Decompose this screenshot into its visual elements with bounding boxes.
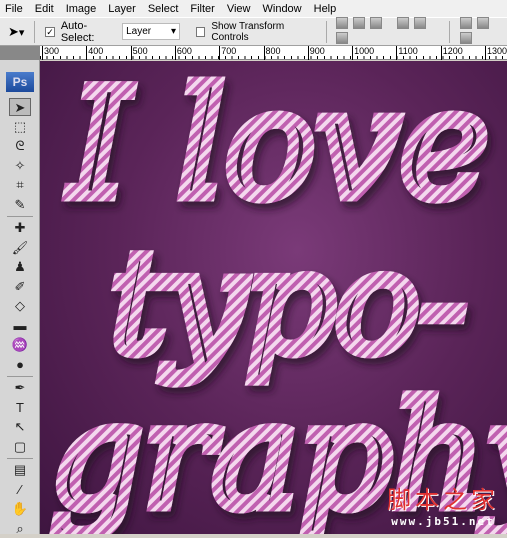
align-left-icon[interactable] [396,16,409,29]
crop-tool-icon[interactable]: ⌗ [9,176,31,194]
menu-edit[interactable]: Edit [35,3,54,15]
ruler-tick-label: 400 [86,46,103,60]
lasso-tool-icon[interactable]: ᘓ [9,137,31,155]
watermark: 脚本之家 www.jb51.net [387,480,499,528]
menu-layer[interactable]: Layer [108,3,136,15]
blur-tool-icon[interactable]: ♒ [9,336,31,354]
clone-stamp-tool-icon[interactable]: ♟ [9,258,31,276]
divider [34,20,36,43]
magic-wand-tool-icon[interactable]: ✧ [9,157,31,175]
align-right-icon[interactable] [336,31,349,44]
ruler-tick-label: 700 [219,46,236,60]
toolbox-divider [7,376,33,377]
move-tool-icon[interactable]: ➤ [9,98,31,116]
brush-tool-icon[interactable]: 🖌 [9,239,31,257]
ruler-tick-label: 1000 [352,46,374,60]
path-selection-tool-icon[interactable]: ↖ [9,418,31,436]
toolbox-divider [7,458,33,459]
artwork-line-2: typo- [110,222,467,385]
ruler-tick-label: 1100 [396,46,418,60]
toolbox: Ps ➤ ⬚ ᘓ ✧ ⌗ ✎ ✚ 🖌 ♟ ✐ ◇ ▬ ♒ ● ✒ T ↖ ▢ ▤ ⁄ ✋ ⌕ [0,60,40,536]
ruler-tick-label: 600 [174,46,192,60]
document-canvas[interactable]: I love typo- graphy 脚本之家 www.jb51.net [40,61,507,534]
menu-view[interactable]: View [227,3,251,15]
artwork-line-1: I love [67,61,489,232]
align-vcenter-icon[interactable] [353,16,366,29]
ruler-tick-label: 800 [263,46,281,60]
ruler-tick-label: 500 [130,46,148,60]
slice-tool-icon[interactable]: ✎ [9,196,31,214]
ruler-tick-label: 900 [307,46,325,60]
toolbox-divider [7,216,33,217]
shape-tool-icon[interactable]: ▢ [9,438,31,456]
show-transform-checkbox[interactable] [195,26,206,37]
eraser-tool-icon[interactable]: ◇ [9,297,31,315]
marquee-tool-icon[interactable]: ⬚ [9,118,31,136]
notes-tool-icon[interactable]: ▤ [9,461,31,479]
auto-select-label: Auto-Select: [60,19,95,44]
horizontal-ruler[interactable]: 300 400 500 600 700 800 900 1000 1100 1200 1300 [40,46,507,60]
pen-tool-icon[interactable]: ✒ [9,379,31,397]
align-bottom-icon[interactable] [370,16,383,29]
auto-select-checkbox[interactable]: ✓ [45,26,55,37]
eyedropper-tool-icon[interactable]: ⁄ [9,481,31,499]
distribute-center-icon[interactable] [476,16,489,29]
options-bar: ➤▾ ✓ Auto-Select: Layer ▾ Show Transform … [0,16,507,47]
healing-brush-tool-icon[interactable]: ✚ [9,219,31,237]
chevron-down-icon: ▾ [170,26,176,37]
menu-image[interactable]: Image [66,3,97,15]
divider [448,20,450,43]
zoom-tool-icon[interactable]: ⌕ [9,520,31,538]
show-transform-label: Show Transform Controls [211,20,285,43]
ruler-tick-label: 1300 [485,46,507,60]
menu-file[interactable]: File [5,3,23,15]
ruler-corner [0,46,40,60]
divider [325,20,327,43]
menu-bar: File Edit Image Layer Select Filter View Window… [0,0,507,17]
dodge-tool-icon[interactable]: ● [9,356,31,374]
menu-help[interactable]: Help [314,3,337,15]
distribute-bottom-icon[interactable] [459,31,472,44]
watermark-url: www.jb51.net [391,515,495,528]
align-hcenter-icon[interactable] [413,16,426,29]
hand-tool-icon[interactable]: ✋ [9,500,31,518]
distribute-top-icon[interactable] [459,16,472,29]
auto-select-dropdown[interactable]: Layer ▾ [122,23,180,40]
ruler-tick-label: 1200 [440,46,463,60]
ruler-tick-label: 300 [42,46,59,60]
dropdown-value: Layer [126,26,152,37]
history-brush-tool-icon[interactable]: ✐ [9,278,31,296]
gradient-tool-icon[interactable]: ▬ [9,317,31,335]
watermark-cn: 脚本之家 [387,486,499,514]
ps-logo: Ps [6,72,34,92]
menu-select[interactable]: Select [148,3,179,15]
candy-cane-artwork: I love typo- graphy [45,61,507,534]
align-top-icon[interactable] [336,16,349,29]
align-buttons [336,16,439,47]
move-tool-preset-icon[interactable]: ➤▾ [8,24,24,40]
menu-filter[interactable]: Filter [190,3,214,15]
menu-window[interactable]: Window [263,3,302,15]
type-tool-icon[interactable]: T [9,399,31,417]
